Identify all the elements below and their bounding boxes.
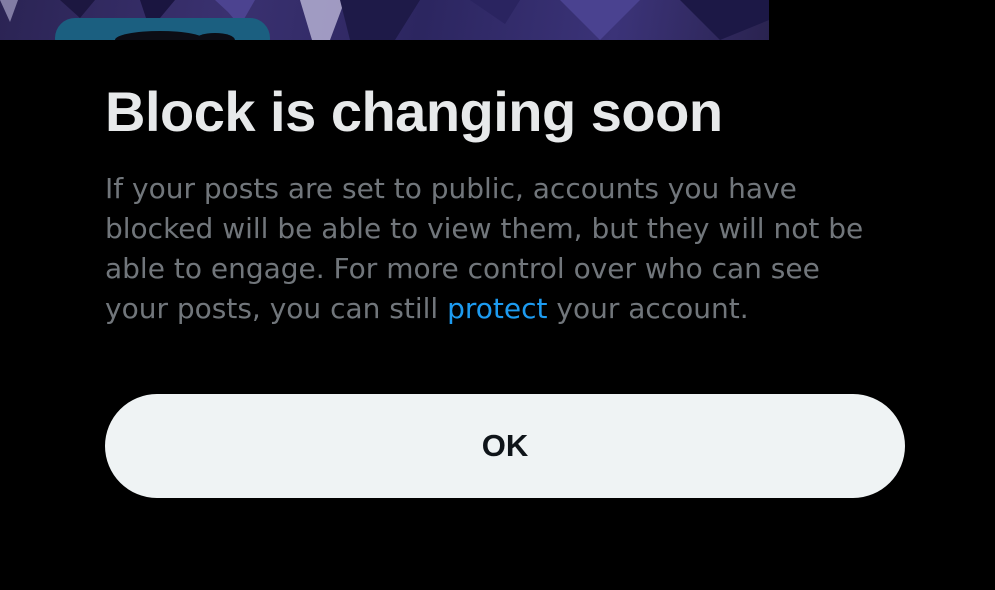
background-artwork bbox=[0, 0, 769, 40]
artwork-illustration bbox=[0, 0, 769, 40]
dialog-sheet: Block is changing soon If your posts are… bbox=[0, 40, 995, 590]
protect-link[interactable]: protect bbox=[447, 292, 547, 325]
dialog-message: If your posts are set to public, account… bbox=[105, 169, 885, 329]
ok-button[interactable]: OK bbox=[105, 394, 905, 498]
dialog-title: Block is changing soon bbox=[105, 80, 723, 143]
message-text-after-link: your account. bbox=[547, 292, 749, 325]
